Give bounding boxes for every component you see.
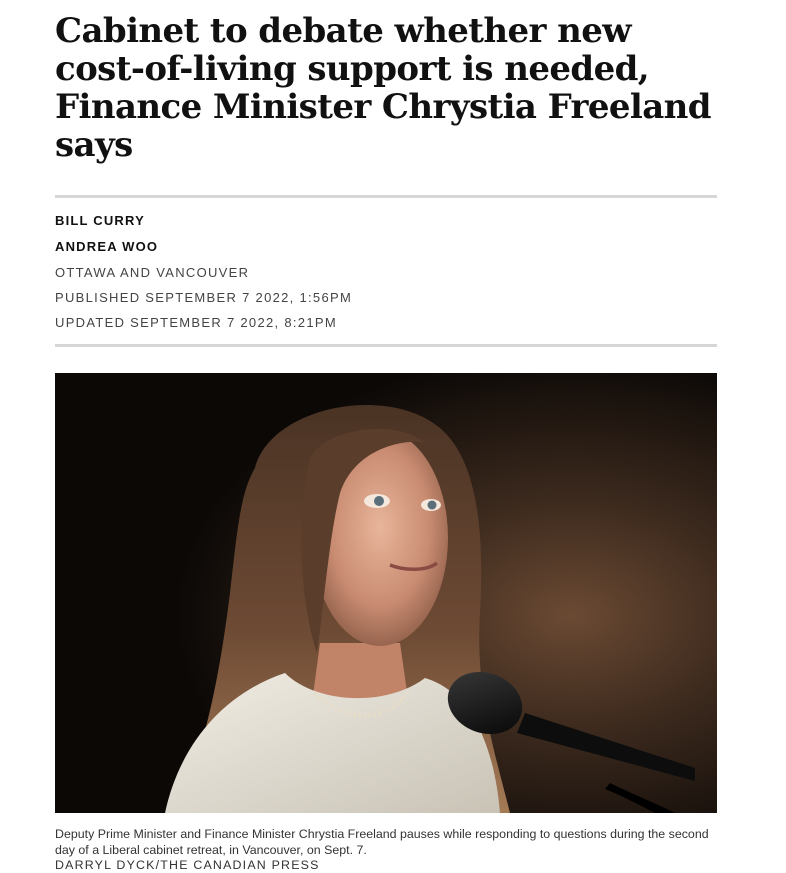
photo-credit: DARRYL DYCK/THE CANADIAN PRESS bbox=[55, 858, 320, 872]
published-timestamp: PUBLISHED SEPTEMBER 7 2022, 1:56PM bbox=[55, 290, 353, 305]
updated-timestamp: UPDATED SEPTEMBER 7 2022, 8:21PM bbox=[55, 315, 337, 330]
author-link[interactable]: ANDREA WOO bbox=[55, 240, 717, 254]
article: Cabinet to debate whether new cost-of-li… bbox=[55, 0, 717, 873]
lead-photo[interactable] bbox=[55, 373, 717, 813]
author-link[interactable]: BILL CURRY bbox=[55, 214, 717, 228]
bottom-divider bbox=[55, 344, 717, 347]
byline-block: BILL CURRY ANDREA WOO OTTAWA AND VANCOUV… bbox=[55, 198, 717, 344]
dateline-location: OTTAWA AND VANCOUVER bbox=[55, 265, 250, 280]
photo-caption: Deputy Prime Minister and Finance Minist… bbox=[55, 827, 709, 857]
headline: Cabinet to debate whether new cost-of-li… bbox=[55, 11, 712, 165]
